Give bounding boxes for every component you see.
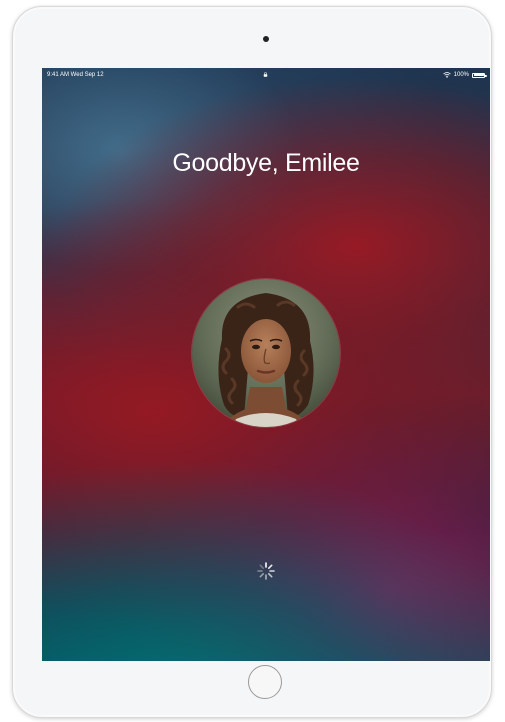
status-time: 9:41 AM Wed Sep 12	[47, 72, 104, 78]
status-right-group: 100%	[442, 68, 487, 82]
lock-icon	[263, 72, 268, 77]
battery-level	[473, 74, 484, 76]
battery-cap	[485, 74, 487, 77]
loading-spinner-icon	[257, 562, 275, 580]
avatar-portrait	[192, 279, 340, 427]
status-bar: 9:41 AM Wed Sep 12 100%	[42, 68, 490, 82]
battery-icon	[472, 72, 487, 78]
greeting-text: Goodbye, Emilee	[172, 149, 360, 177]
user-avatar	[192, 279, 340, 427]
home-button[interactable]	[248, 665, 282, 699]
front-camera	[263, 36, 269, 42]
lock-screen: 9:41 AM Wed Sep 12 100% Goodbye, Emilee	[42, 68, 490, 661]
battery-percent: 100%	[453, 72, 469, 78]
wifi-icon	[442, 72, 451, 78]
